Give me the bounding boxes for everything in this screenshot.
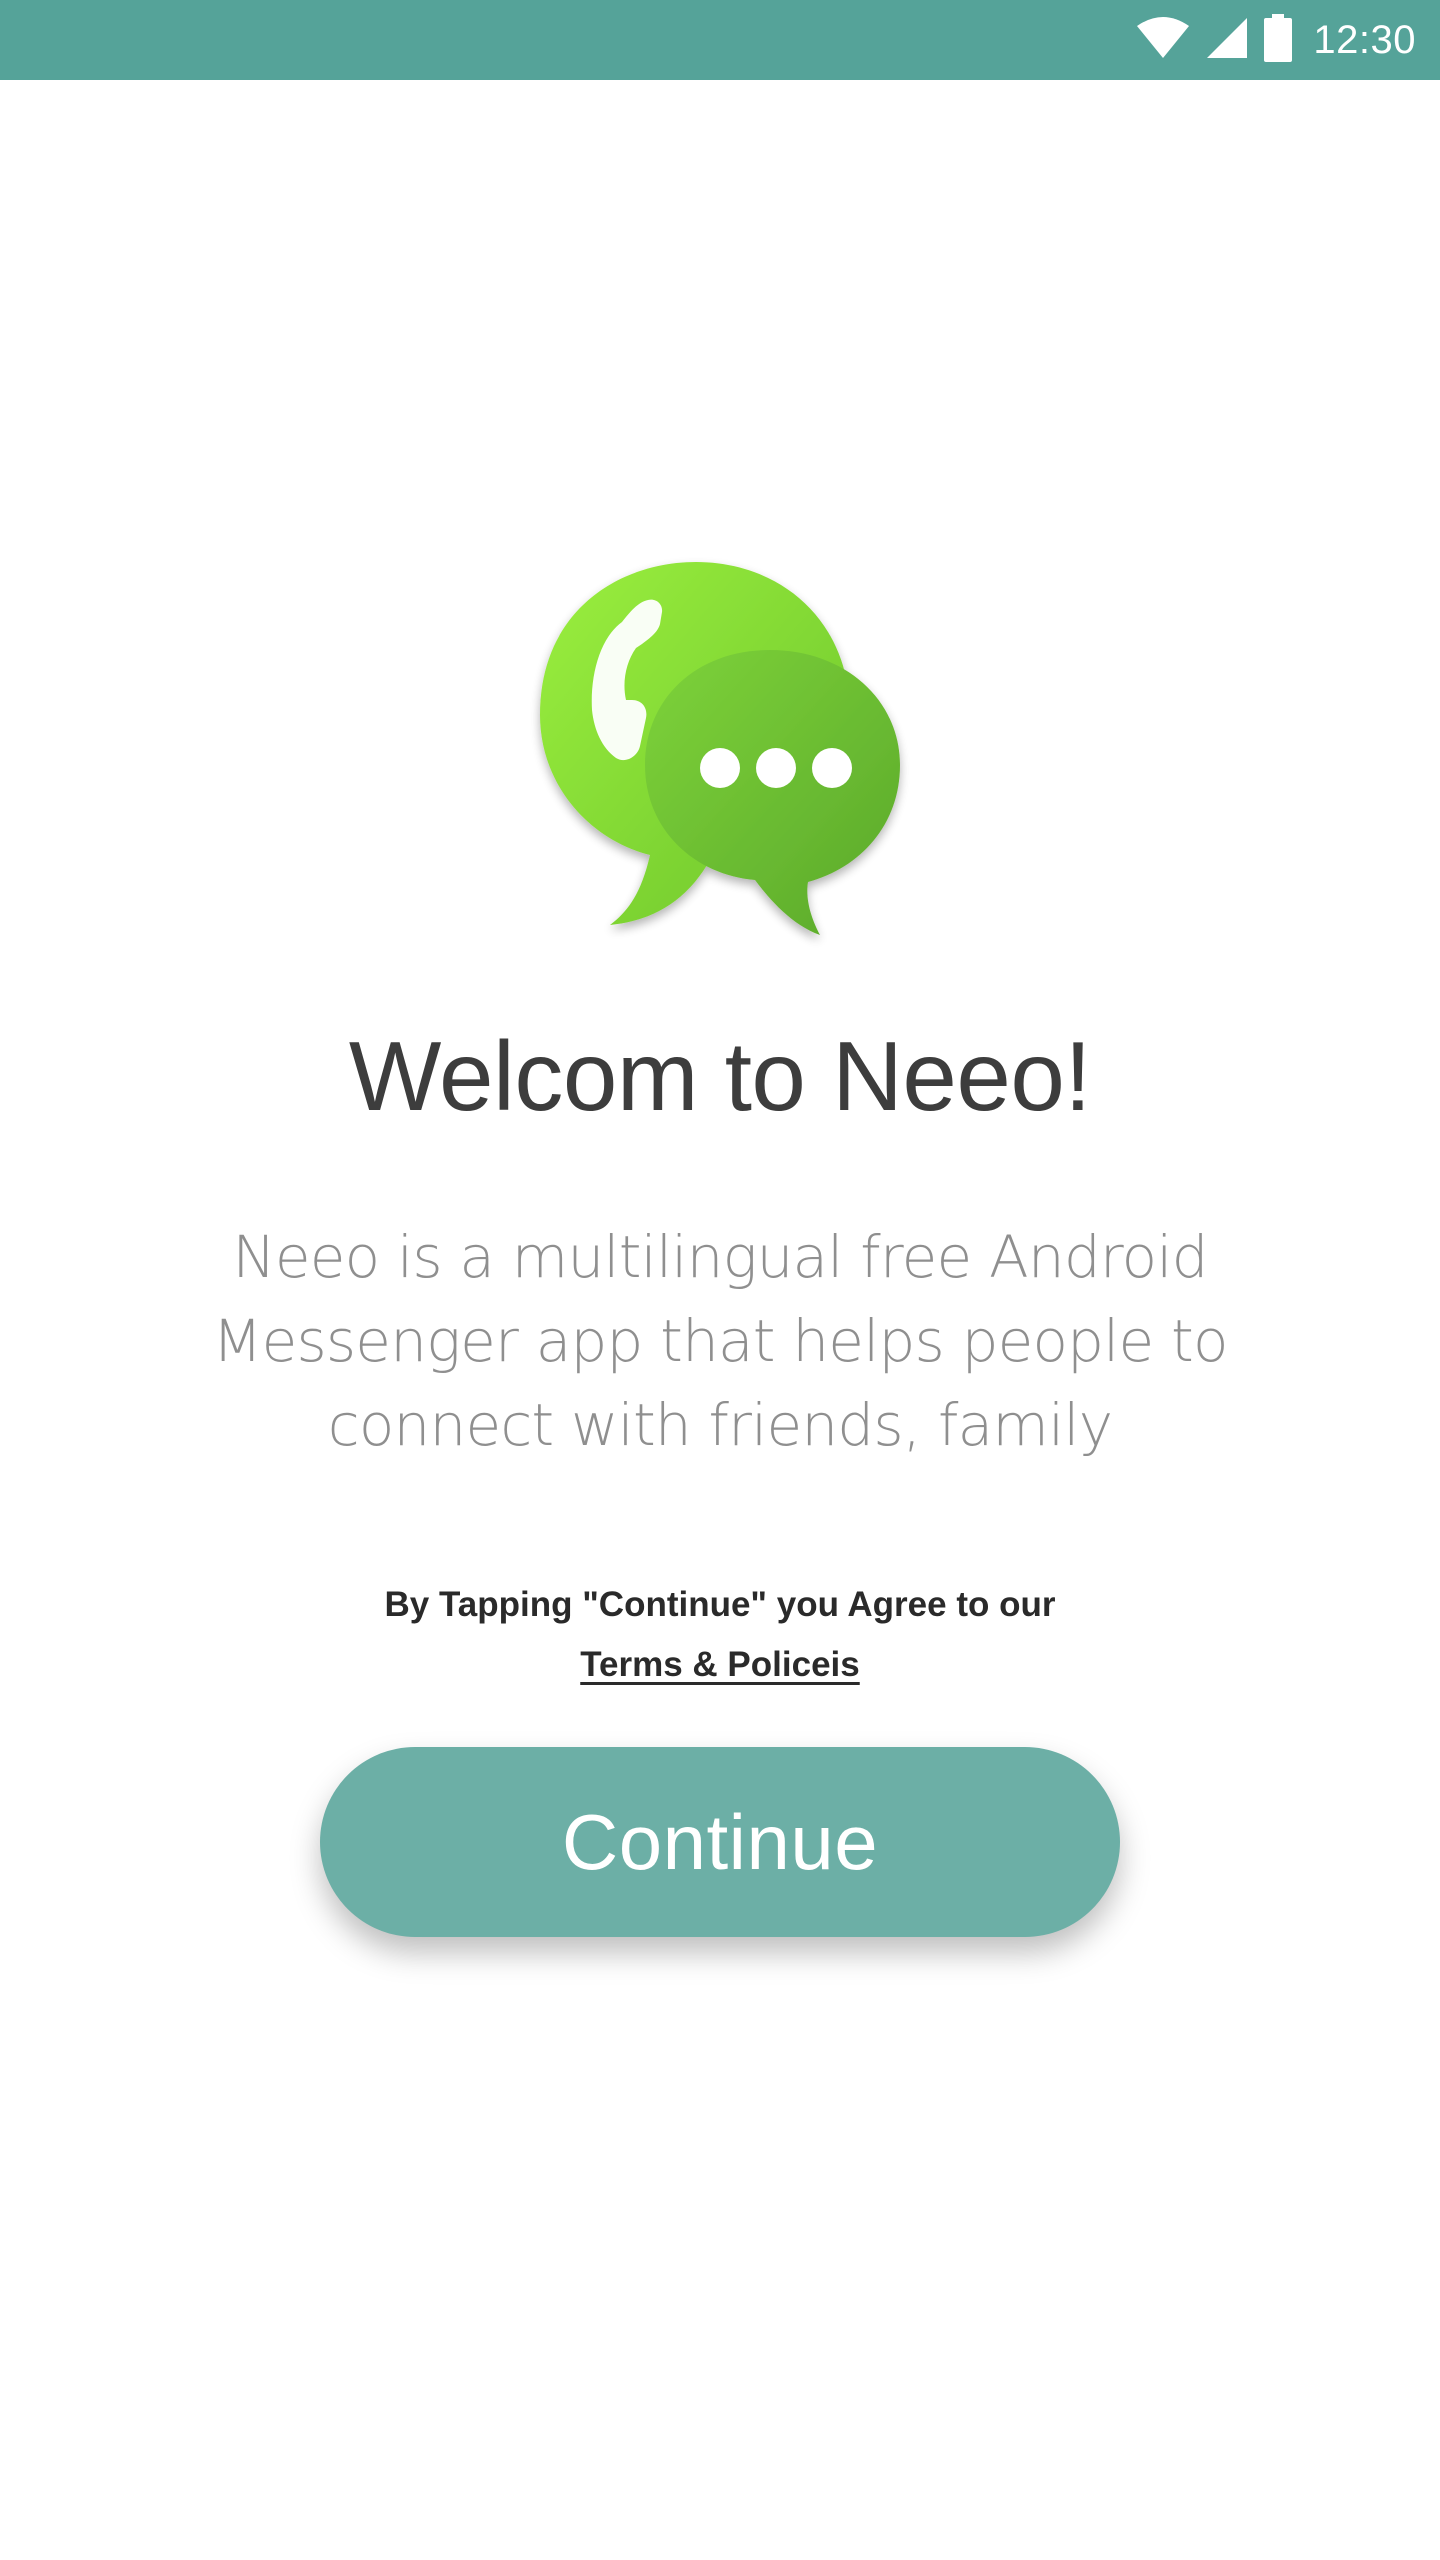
welcome-title: Welcom to Neeo! [348,1021,1092,1131]
chat-bubbles-logo-icon [530,550,910,950]
welcome-description: Neeo is a multilingual free Android Mess… [212,1223,1228,1459]
agreement-text: By Tapping "Continue" you Agree to our [384,1585,1056,1624]
signal-icon [1205,16,1249,65]
status-icons: 12:30 [1135,0,1416,80]
status-bar: 12:30 [0,0,1440,80]
battery-icon [1263,13,1293,67]
continue-button[interactable]: Continue [320,1747,1120,1937]
terms-policies-link[interactable]: Terms & Policeis [580,1645,859,1684]
wifi-icon [1135,16,1191,65]
terms-link-row: Terms & Policeis [0,1645,1440,1685]
status-time: 12:30 [1313,17,1416,62]
